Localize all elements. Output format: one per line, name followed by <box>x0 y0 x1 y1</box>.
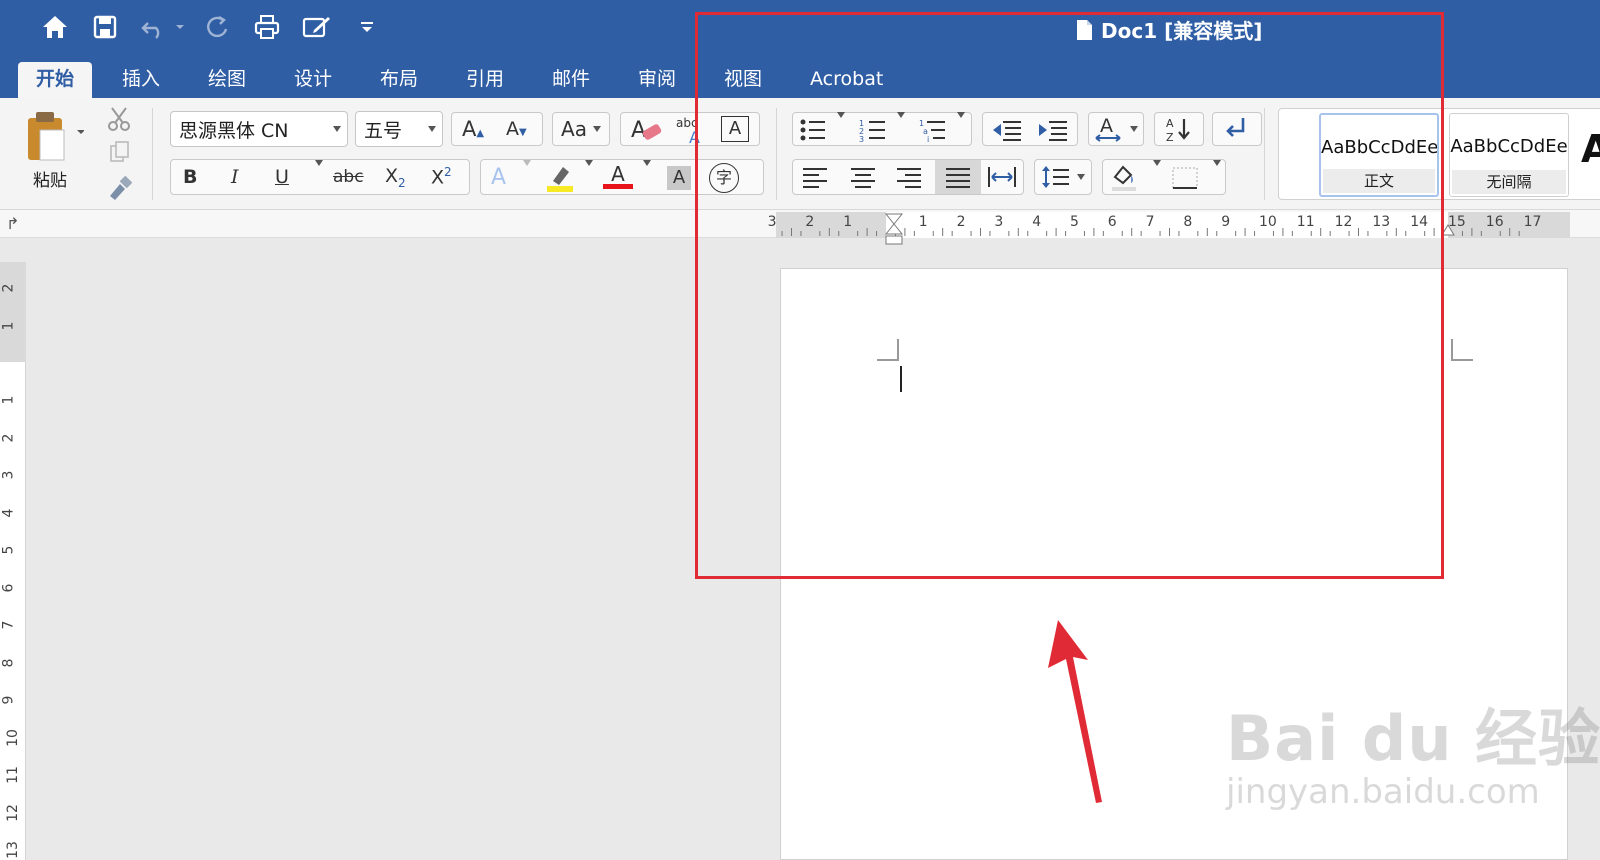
ruler-number: 7 <box>0 620 17 630</box>
ruler-number: 16 <box>1485 214 1504 230</box>
underline-dropdown[interactable] <box>309 160 323 188</box>
ribbon-separator <box>152 108 153 200</box>
style-label: 无间隔 <box>1452 170 1566 194</box>
svg-text:A: A <box>631 118 646 143</box>
tab-references[interactable]: 引用 <box>448 62 522 98</box>
ruler-number: 12 <box>4 803 21 822</box>
margin-corner-mark <box>1451 339 1473 361</box>
highlight-box <box>695 12 1444 579</box>
ruler-number: 2 <box>0 283 17 293</box>
superscript-button[interactable]: X2 <box>431 165 452 188</box>
style-heading-partial[interactable]: A <box>1581 127 1600 171</box>
change-case-button[interactable]: Aa <box>552 112 610 146</box>
clear-formatting-icon[interactable]: A <box>629 115 665 148</box>
cut-icon[interactable] <box>106 106 132 136</box>
edit-doc-icon[interactable] <box>302 12 332 42</box>
ruler-number: 9 <box>0 695 17 705</box>
underline-button[interactable]: U <box>275 166 289 188</box>
paste-button[interactable] <box>22 108 85 166</box>
tab-selector-icon[interactable]: ↱ <box>6 214 19 233</box>
ruler-number: 1 <box>0 321 17 331</box>
bold-button[interactable]: B <box>183 166 197 188</box>
tab-insert[interactable]: 插入 <box>104 62 178 98</box>
style-sample: AaBbCcDdEe <box>1450 136 1568 157</box>
text-effects-button[interactable]: A <box>491 165 506 190</box>
ruler-number: 4 <box>0 508 17 517</box>
shrink-font-button[interactable]: A▼ <box>506 118 527 140</box>
tab-draw[interactable]: 绘图 <box>190 62 264 98</box>
ruler-number: 3 <box>0 470 17 480</box>
font-color-button[interactable]: A <box>603 162 633 189</box>
red-arrow-annotation <box>1048 620 1102 803</box>
highlighter-icon[interactable] <box>545 163 575 198</box>
highlighter-dropdown[interactable] <box>579 160 593 188</box>
copy-icon[interactable] <box>108 140 132 168</box>
strikethrough-button[interactable]: abc <box>333 167 364 187</box>
tab-home[interactable]: 开始 <box>18 62 93 98</box>
customize-icon[interactable] <box>352 12 382 42</box>
ruler-number: 5 <box>0 545 17 555</box>
watermark-main: Bai du 经验 <box>1226 702 1600 775</box>
ruler-number: 2 <box>0 433 17 442</box>
grow-font-button[interactable]: A▲ <box>462 117 484 141</box>
font-color-dropdown[interactable] <box>637 160 651 188</box>
subscript-button[interactable]: X2 <box>385 165 406 190</box>
font-color-label: A <box>611 162 625 186</box>
format-painter-icon[interactable] <box>106 176 134 204</box>
text-effects-dropdown[interactable] <box>517 160 531 188</box>
font-name-select[interactable]: 思源黑体 CN <box>170 111 348 147</box>
italic-button[interactable]: I <box>231 166 239 188</box>
tab-mailings[interactable]: 邮件 <box>534 62 608 98</box>
paste-icon <box>28 112 85 161</box>
ruler-number: 6 <box>0 583 17 592</box>
char-shading-button[interactable]: A <box>667 166 691 190</box>
change-case-label: Aa <box>561 117 587 141</box>
home-icon[interactable] <box>40 12 70 42</box>
save-icon[interactable] <box>90 12 120 42</box>
ruler-number: 11 <box>4 766 21 784</box>
font-name-value: 思源黑体 CN <box>179 119 289 142</box>
font-size-group: A▲ A▼ <box>451 112 543 146</box>
print-icon[interactable] <box>252 12 282 42</box>
ruler-number: 1 <box>0 395 17 405</box>
ruler-number: 17 <box>1523 214 1542 230</box>
font-style-group: B I U abc X2 X2 <box>170 159 470 195</box>
ruler-number: 10 <box>4 728 21 747</box>
tab-design[interactable]: 设计 <box>276 62 350 98</box>
redo-icon[interactable] <box>202 12 232 42</box>
paste-label: 粘贴 <box>33 171 67 191</box>
watermark: Bai du 经验 jingyan.baidu.com <box>1226 688 1600 812</box>
watermark-sub: jingyan.baidu.com <box>1226 772 1540 812</box>
style-no-spacing[interactable]: AaBbCcDdEe 无间隔 <box>1449 113 1569 197</box>
font-size-value: 五号 <box>364 119 403 142</box>
ruler-number: 8 <box>0 658 17 667</box>
vertical-ruler-margin <box>0 262 26 362</box>
undo-icon[interactable] <box>140 12 186 42</box>
tab-layout[interactable]: 布局 <box>362 62 436 98</box>
tab-review[interactable]: 审阅 <box>620 62 694 98</box>
font-size-select[interactable]: 五号 <box>355 111 443 147</box>
ruler-number: 13 <box>4 841 21 859</box>
